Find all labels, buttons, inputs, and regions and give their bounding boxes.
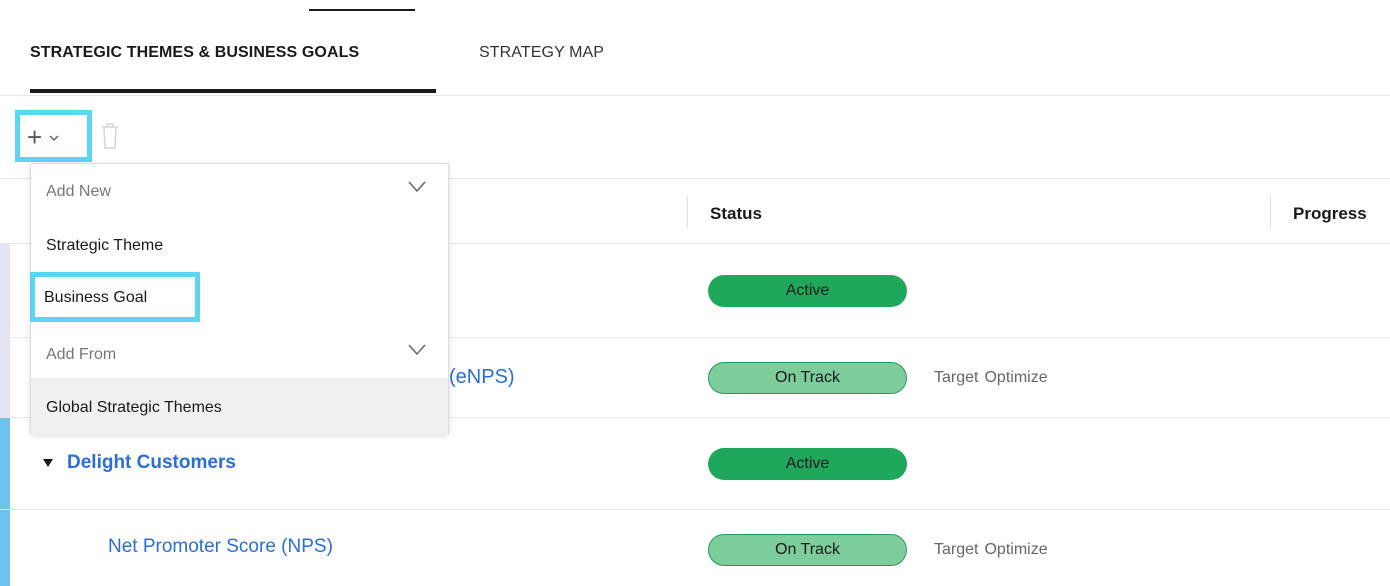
add-from-section[interactable]: Add From (31, 327, 448, 379)
status-badge: Active (708, 448, 907, 480)
menu-item-business-goal[interactable]: Business Goal (31, 272, 448, 318)
target-direction: Optimize (984, 541, 1048, 558)
target-info: Target Optimize (934, 541, 1048, 559)
menu-item-label: Strategic Theme (46, 237, 164, 254)
table-row: Net Promoter Score (NPS) On Track Target… (0, 510, 1390, 586)
tab-bar: STRATEGIC THEMES & BUSINESS GOALS STRATE… (0, 0, 1390, 96)
trash-icon[interactable] (100, 122, 120, 150)
status-badge: Active (708, 275, 907, 307)
add-new-section[interactable]: Add New (31, 164, 448, 216)
goal-name-link[interactable]: (eNPS) (449, 366, 515, 389)
target-direction: Optimize (984, 369, 1048, 386)
column-header-status[interactable]: Status (710, 204, 762, 224)
menu-item-global-strategic-themes[interactable]: Global Strategic Themes (31, 378, 448, 434)
theme-delight-customers[interactable]: Delight Customers (43, 452, 236, 474)
chevron-down-icon[interactable] (408, 181, 426, 193)
plus-icon: + (27, 122, 43, 152)
menu-item-label: Global Strategic Themes (46, 399, 222, 416)
section-label: Add From (46, 346, 117, 363)
tab-strategy-map[interactable]: STRATEGY MAP (479, 44, 604, 62)
column-divider (1270, 195, 1271, 229)
column-divider (687, 195, 688, 229)
status-badge: On Track (708, 362, 907, 394)
menu-item-label: Business Goal (44, 289, 148, 306)
add-button[interactable]: + (21, 116, 87, 158)
status-badge: On Track (708, 534, 907, 566)
add-dropdown-menu: Add New Strategic Theme Business Goal Ad… (30, 163, 449, 434)
target-label: Target (934, 541, 979, 558)
caret-down-icon[interactable] (43, 459, 53, 467)
target-info: Target Optimize (934, 369, 1048, 387)
menu-item-strategic-theme[interactable]: Strategic Theme (31, 226, 448, 270)
active-tab-underline (30, 89, 436, 93)
section-label: Add New (46, 183, 111, 200)
goal-name-link[interactable]: Net Promoter Score (NPS) (108, 536, 333, 558)
chevron-down-icon[interactable] (408, 344, 426, 356)
target-label: Target (934, 369, 979, 386)
theme-name[interactable]: Delight Customers (67, 452, 236, 474)
tab-strategic-themes[interactable]: STRATEGIC THEMES & BUSINESS GOALS (30, 44, 359, 62)
column-header-progress[interactable]: Progress (1293, 204, 1367, 224)
chevron-down-icon (49, 135, 59, 141)
